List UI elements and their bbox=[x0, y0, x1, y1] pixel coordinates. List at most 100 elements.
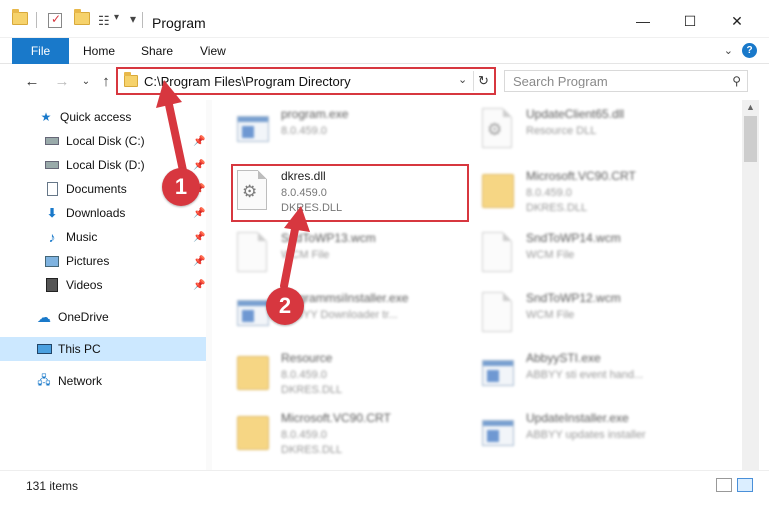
qa-dropdown-icon[interactable]: ▾ bbox=[130, 12, 136, 26]
file-item[interactable]: UpdateInstaller.exe ABBYY updates instal… bbox=[482, 408, 722, 462]
document-icon bbox=[482, 232, 516, 274]
file-item[interactable]: program.exe 8.0.459.0 bbox=[237, 104, 477, 158]
file-name: Microsoft.VC90.CRT bbox=[281, 411, 391, 425]
expand-ribbon-icon[interactable]: ⌄ bbox=[724, 44, 733, 57]
pin-icon[interactable]: 📌 bbox=[193, 208, 205, 219]
sidebar-item-label: Local Disk (D:) bbox=[66, 158, 145, 172]
file-version: 8.0.459.0 bbox=[281, 429, 327, 441]
sidebar-item-onedrive[interactable]: ☁ OneDrive bbox=[0, 305, 206, 329]
maximize-button[interactable]: ☐ bbox=[667, 8, 713, 34]
folder-icon bbox=[237, 412, 271, 454]
file-description: DKRES.DLL bbox=[281, 384, 343, 396]
music-icon: ♪ bbox=[48, 229, 56, 245]
videos-icon bbox=[44, 277, 60, 293]
download-icon: ⬇ bbox=[46, 206, 58, 220]
computer-icon bbox=[36, 341, 52, 357]
scroll-up-icon[interactable]: ▲ bbox=[746, 102, 755, 112]
sidebar-item-this-pc[interactable]: This PC bbox=[0, 337, 206, 361]
documents-icon bbox=[44, 181, 60, 197]
tab-home[interactable]: Home bbox=[83, 44, 115, 58]
folder-icon bbox=[124, 72, 138, 87]
file-item[interactable]: Microsoft.VC90.CRT 8.0.459.0 DKRES.DLL bbox=[482, 166, 722, 220]
sidebar-item-network[interactable]: 🖧 Network bbox=[0, 369, 206, 393]
file-item[interactable]: SndToWP12.wcm WCM File bbox=[482, 288, 722, 342]
chevron-down-icon[interactable]: ▾ bbox=[114, 12, 130, 28]
recent-locations-icon[interactable]: ⌄ bbox=[76, 71, 96, 91]
sidebar-item-label: Pictures bbox=[66, 254, 110, 268]
file-item[interactable]: AbbyySTI.exe ABBYY sti event hand... bbox=[482, 348, 722, 402]
large-icons-view-icon[interactable] bbox=[737, 478, 753, 492]
sidebar-item-label: Downloads bbox=[66, 206, 126, 220]
details-view-icon[interactable] bbox=[716, 478, 732, 492]
search-input[interactable] bbox=[513, 74, 723, 88]
folder-icon bbox=[237, 352, 271, 394]
pictures-icon bbox=[44, 253, 60, 269]
scrollbar-thumb[interactable] bbox=[744, 116, 757, 162]
status-bar: 131 items bbox=[0, 470, 769, 500]
sidebar-item-label: Local Disk (C:) bbox=[66, 134, 145, 148]
address-dropdown-icon[interactable]: ⌄ bbox=[458, 73, 467, 86]
document-icon bbox=[237, 232, 271, 274]
properties-icon[interactable]: ✓ bbox=[48, 12, 62, 28]
sidebar-item-pictures[interactable]: Pictures 📌 bbox=[0, 249, 206, 273]
exe-icon bbox=[237, 292, 271, 334]
tab-view[interactable]: View bbox=[200, 44, 226, 58]
back-arrow-icon[interactable]: ← bbox=[22, 71, 42, 91]
sidebar-item-videos[interactable]: Videos 📌 bbox=[0, 273, 206, 297]
refresh-icon[interactable]: ↻ bbox=[473, 71, 493, 91]
file-list-scrollbar[interactable]: ▲ bbox=[742, 100, 759, 470]
pin-icon[interactable]: 📌 bbox=[193, 232, 205, 243]
new-folder-icon[interactable] bbox=[74, 9, 90, 28]
file-item[interactable]: Microsoft.VC90.CRT 8.0.459.0 DKRES.DLL bbox=[237, 408, 477, 462]
search-icon[interactable]: ⚲ bbox=[732, 74, 741, 88]
file-version: 8.0.459.0 bbox=[281, 369, 327, 381]
callout-badge-1: 1 bbox=[162, 168, 200, 206]
search-box[interactable]: ⚲ bbox=[504, 70, 748, 92]
sidebar-item-label: Quick access bbox=[60, 110, 132, 124]
sidebar-item-music[interactable]: ♪ Music 📌 bbox=[0, 225, 206, 249]
file-description: DKRES.DLL bbox=[526, 202, 588, 214]
highlight-box bbox=[231, 164, 469, 222]
file-item[interactable]: Resource 8.0.459.0 DKRES.DLL bbox=[237, 348, 477, 402]
navigation-bar: ← → ⌄ ↑ C:\Program Files\Program Directo… bbox=[0, 64, 769, 100]
sidebar-item-label: Music bbox=[66, 230, 98, 244]
file-description: Resource DLL bbox=[526, 125, 597, 137]
file-name: Resource bbox=[281, 351, 333, 365]
file-name: SndToWP12.wcm bbox=[526, 291, 621, 305]
exe-icon bbox=[482, 352, 516, 394]
ribbon: File Home Share View ⌄ ? bbox=[0, 38, 769, 64]
file-name: AbbyySTI.exe bbox=[526, 351, 601, 365]
document-icon bbox=[482, 292, 516, 334]
file-type: WCM File bbox=[526, 309, 575, 321]
exe-icon bbox=[237, 108, 271, 150]
star-icon: ★ bbox=[40, 110, 52, 124]
close-button[interactable]: ✕ bbox=[714, 8, 760, 34]
forward-arrow-icon[interactable]: → bbox=[52, 71, 72, 91]
divider bbox=[36, 12, 37, 28]
up-arrow-icon[interactable]: ↑ bbox=[96, 71, 116, 91]
file-item[interactable]: SndToWP14.wcm WCM File bbox=[482, 228, 722, 282]
pin-icon[interactable]: 📌 bbox=[193, 280, 205, 291]
tab-file[interactable]: File bbox=[12, 38, 69, 64]
drive-icon bbox=[44, 133, 60, 149]
file-item[interactable]: ⚙ UpdateClient65.dll Resource DLL bbox=[482, 104, 722, 158]
help-icon[interactable]: ? bbox=[742, 43, 757, 58]
exe-icon bbox=[482, 412, 516, 454]
file-description: ABBYY updates installer bbox=[526, 429, 646, 441]
file-name: SndToWP14.wcm bbox=[526, 231, 621, 245]
customize-icon[interactable]: ☷ bbox=[98, 13, 114, 29]
file-type: WCM File bbox=[526, 249, 575, 261]
file-description: ABBYY sti event hand... bbox=[526, 369, 644, 381]
divider bbox=[142, 12, 143, 28]
folder-icon bbox=[482, 170, 516, 212]
minimize-button[interactable]: — bbox=[620, 8, 666, 34]
file-name: UpdateClient65.dll bbox=[526, 107, 625, 121]
item-count: 131 items bbox=[26, 479, 79, 493]
network-icon: 🖧 bbox=[37, 372, 51, 387]
callout-badge-2: 2 bbox=[266, 287, 304, 325]
sidebar-item-label: OneDrive bbox=[58, 310, 109, 324]
tab-share[interactable]: Share bbox=[141, 44, 173, 58]
pin-icon[interactable]: 📌 bbox=[193, 256, 205, 267]
title-bar: ✓ ☷ ▾ ▾ Program — ☐ ✕ bbox=[0, 0, 769, 38]
folder-icon bbox=[12, 9, 28, 28]
